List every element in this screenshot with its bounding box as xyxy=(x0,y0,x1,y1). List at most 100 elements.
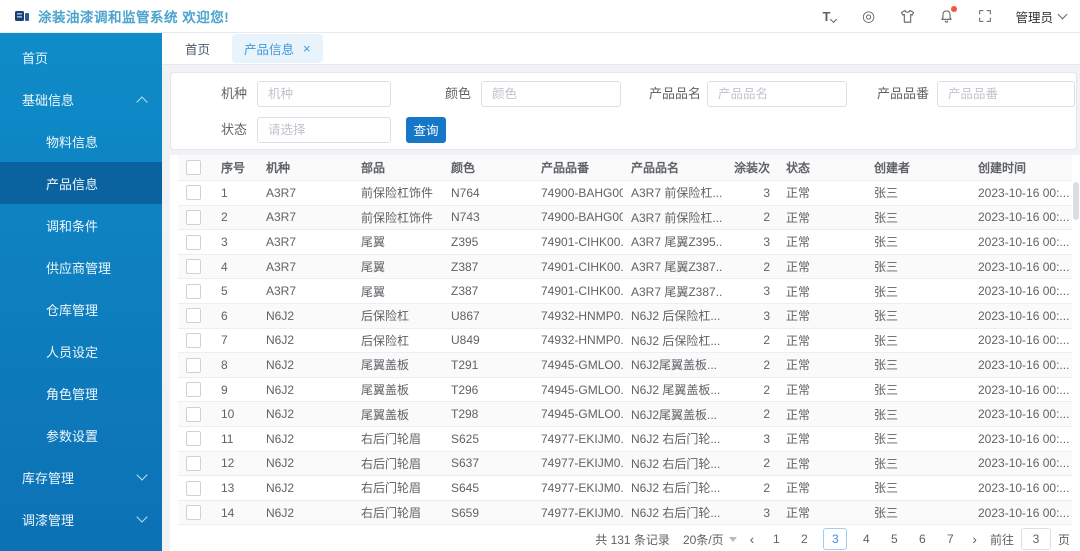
cell-product_no: 74932-HNMP0... xyxy=(533,303,623,329)
cell-product_no: 74977-EKIJM0... xyxy=(533,475,623,501)
cell-created_at: 2023-10-16 00:... xyxy=(970,180,1072,206)
table-scrollbar[interactable] xyxy=(1073,182,1079,220)
page-number[interactable]: 7 xyxy=(941,529,959,549)
sidebar-item[interactable]: 调和条件 xyxy=(0,204,162,246)
goto-input[interactable] xyxy=(1020,528,1051,550)
cell-creator: 张三 xyxy=(866,401,970,427)
row-checkbox[interactable] xyxy=(186,234,201,250)
cell-coat_times: 2 xyxy=(723,377,778,403)
table-row[interactable]: 12 N6J2 右后门轮眉 S637 74977-EKIJM0... N6J2 右后门轮.… xyxy=(178,451,1072,477)
translate-icon[interactable]: T xyxy=(820,7,838,25)
chevron-down-icon xyxy=(1057,9,1068,20)
next-page-button[interactable]: › xyxy=(972,532,977,546)
cell-model: N6J2 xyxy=(258,475,353,501)
cell-index: 6 xyxy=(213,303,258,329)
product-no-input[interactable] xyxy=(937,81,1075,107)
sidebar-item[interactable]: 仓库管理 xyxy=(0,288,162,330)
page-size-select[interactable]: 20条/页 xyxy=(683,531,737,548)
sidebar-item[interactable]: 调漆管理 xyxy=(0,498,162,540)
table-row[interactable]: 7 N6J2 后保险杠 U849 74932-HNMP0... N6J2 后保险杠... 2… xyxy=(178,328,1072,354)
table-row[interactable]: 4 A3R7 尾翼 Z387 74901-CIHK00... A3R7 尾翼Z387...… xyxy=(178,254,1072,280)
row-checkbox[interactable] xyxy=(186,455,201,471)
page-number[interactable]: 2 xyxy=(795,529,813,549)
cell-product_no: 74900-BAHG00... xyxy=(533,180,623,206)
row-checkbox[interactable] xyxy=(186,283,201,299)
row-checkbox[interactable] xyxy=(186,308,201,324)
sidebar: 首页基础信息 物料信息 产品信息 调和条件 供应商管理 仓库管理 人员设定 角色管理 参数设置库… xyxy=(0,33,162,551)
cell-created_at: 2023-10-16 00:... xyxy=(970,475,1072,501)
column-header-created_at: 创建时间 xyxy=(970,155,1072,181)
color-input[interactable] xyxy=(481,81,621,107)
cell-status: 正常 xyxy=(778,377,866,403)
filter-panel: 机种 颜色 产品品名 产品品番 状态 查询 xyxy=(170,72,1077,150)
page-number[interactable]: 4 xyxy=(857,529,875,549)
tab-close-icon[interactable]: × xyxy=(303,42,311,55)
cell-status: 正常 xyxy=(778,328,866,354)
cell-coat_times: 3 xyxy=(723,500,778,526)
sidebar-item[interactable]: 产品信息 xyxy=(0,162,162,204)
table-row[interactable]: 6 N6J2 后保险杠 U867 74932-HNMP0... N6J2 后保险杠... 3… xyxy=(178,303,1072,329)
sidebar-item[interactable]: 参数设置 xyxy=(0,414,162,456)
row-checkbox[interactable] xyxy=(186,382,201,398)
select-all-checkbox[interactable] xyxy=(186,160,201,176)
notification-bell-icon[interactable] xyxy=(937,6,958,25)
tab-product-info[interactable]: 产品信息 × xyxy=(232,34,323,63)
page-number[interactable]: 6 xyxy=(913,529,931,549)
sidebar-item[interactable]: 基础信息 xyxy=(0,78,162,120)
sidebar-item[interactable]: 人员设定 xyxy=(0,330,162,372)
cell-index: 11 xyxy=(213,426,258,452)
prev-page-button[interactable]: ‹ xyxy=(750,532,755,546)
table-row[interactable]: 1A3R7前保险杠饰件N76474900-BAHG00...A3R7 前保险杠.… xyxy=(178,180,1072,206)
machine-type-input[interactable] xyxy=(257,81,391,107)
cell-creator: 张三 xyxy=(866,426,970,452)
sidebar-item[interactable]: 首页 xyxy=(0,36,162,78)
cell-status: 正常 xyxy=(778,475,866,501)
cell-index: 10 xyxy=(213,401,258,427)
cell-coat_times: 2 xyxy=(723,352,778,378)
status-select[interactable] xyxy=(257,117,391,143)
column-header-color: 颜色 xyxy=(443,155,533,181)
sidebar-item[interactable]: 物料信息 xyxy=(0,120,162,162)
table-row[interactable]: 3 A3R7 尾翼 Z395 74901-CIHK00... A3R7 尾翼Z395...… xyxy=(178,229,1072,255)
search-button[interactable]: 查询 xyxy=(406,117,446,143)
product-name-input[interactable] xyxy=(707,81,847,107)
table-row[interactable]: 11 N6J2 右后门轮眉 S625 74977-EKIJM0... N6J2 右后门轮.… xyxy=(178,426,1072,452)
user-menu[interactable]: 管理员 xyxy=(1015,7,1068,26)
table-row[interactable]: 8 N6J2 尾翼盖板 T291 74945-GMLO0... N6J2尾翼盖板... 2 正… xyxy=(178,352,1072,378)
row-checkbox[interactable] xyxy=(186,333,201,349)
status-label: 状态 xyxy=(220,122,247,137)
tab-home[interactable]: 首页 xyxy=(185,39,210,58)
cell-product_name: N6J2 右后门轮... xyxy=(623,500,723,526)
fullscreen-icon[interactable] xyxy=(976,7,994,25)
cell-product_no: 74945-GMLO0... xyxy=(533,401,623,427)
cell-product_no: 74945-GMLO0... xyxy=(533,377,623,403)
table-row[interactable]: 10 N6J2 尾翼盖板 T298 74945-GMLO0... N6J2尾翼盖板... 2… xyxy=(178,401,1072,427)
cell-coat_times: 3 xyxy=(723,180,778,206)
row-checkbox[interactable] xyxy=(186,185,201,201)
cell-creator: 张三 xyxy=(866,254,970,280)
sidebar-item[interactable]: 库存管理 xyxy=(0,456,162,498)
help-icon[interactable]: ◎ xyxy=(859,7,877,25)
row-checkbox[interactable] xyxy=(186,406,201,422)
sidebar-item-label: 首页 xyxy=(22,50,49,66)
cell-index: 13 xyxy=(213,475,258,501)
table-row[interactable]: 2A3R7前保险杠饰件N74374900-BAHG00...A3R7 前保险杠.… xyxy=(178,205,1072,231)
table-row[interactable]: 13 N6J2 右后门轮眉 S645 74977-EKIJM0... N6J2 右后门轮.… xyxy=(178,475,1072,501)
page-number[interactable]: 5 xyxy=(885,529,903,549)
theme-shirt-icon[interactable] xyxy=(898,7,916,25)
row-checkbox[interactable] xyxy=(186,357,201,373)
sidebar-item[interactable]: 角色管理 xyxy=(0,372,162,414)
row-checkbox[interactable] xyxy=(186,210,201,226)
table-row[interactable]: 9 N6J2 尾翼盖板 T296 74945-GMLO0... N6J2 尾翼盖板... 2… xyxy=(178,377,1072,403)
table-row[interactable]: 14 N6J2 右后门轮眉 S659 74977-EKIJM0... N6J2 右后门轮.… xyxy=(178,500,1072,526)
page-number[interactable]: 3 xyxy=(823,528,848,550)
row-checkbox[interactable] xyxy=(186,259,201,275)
row-checkbox[interactable] xyxy=(186,505,201,521)
row-checkbox[interactable] xyxy=(186,480,201,496)
user-name: 管理员 xyxy=(1015,10,1053,25)
row-checkbox[interactable] xyxy=(186,431,201,447)
table-row[interactable]: 5 A3R7 尾翼 Z387 74901-CIHK00... A3R7 尾翼Z387...… xyxy=(178,278,1072,304)
sidebar-item[interactable]: 供应商管理 xyxy=(0,246,162,288)
page-number[interactable]: 1 xyxy=(767,529,785,549)
cell-product_name: A3R7 前保险杠... xyxy=(623,180,723,206)
